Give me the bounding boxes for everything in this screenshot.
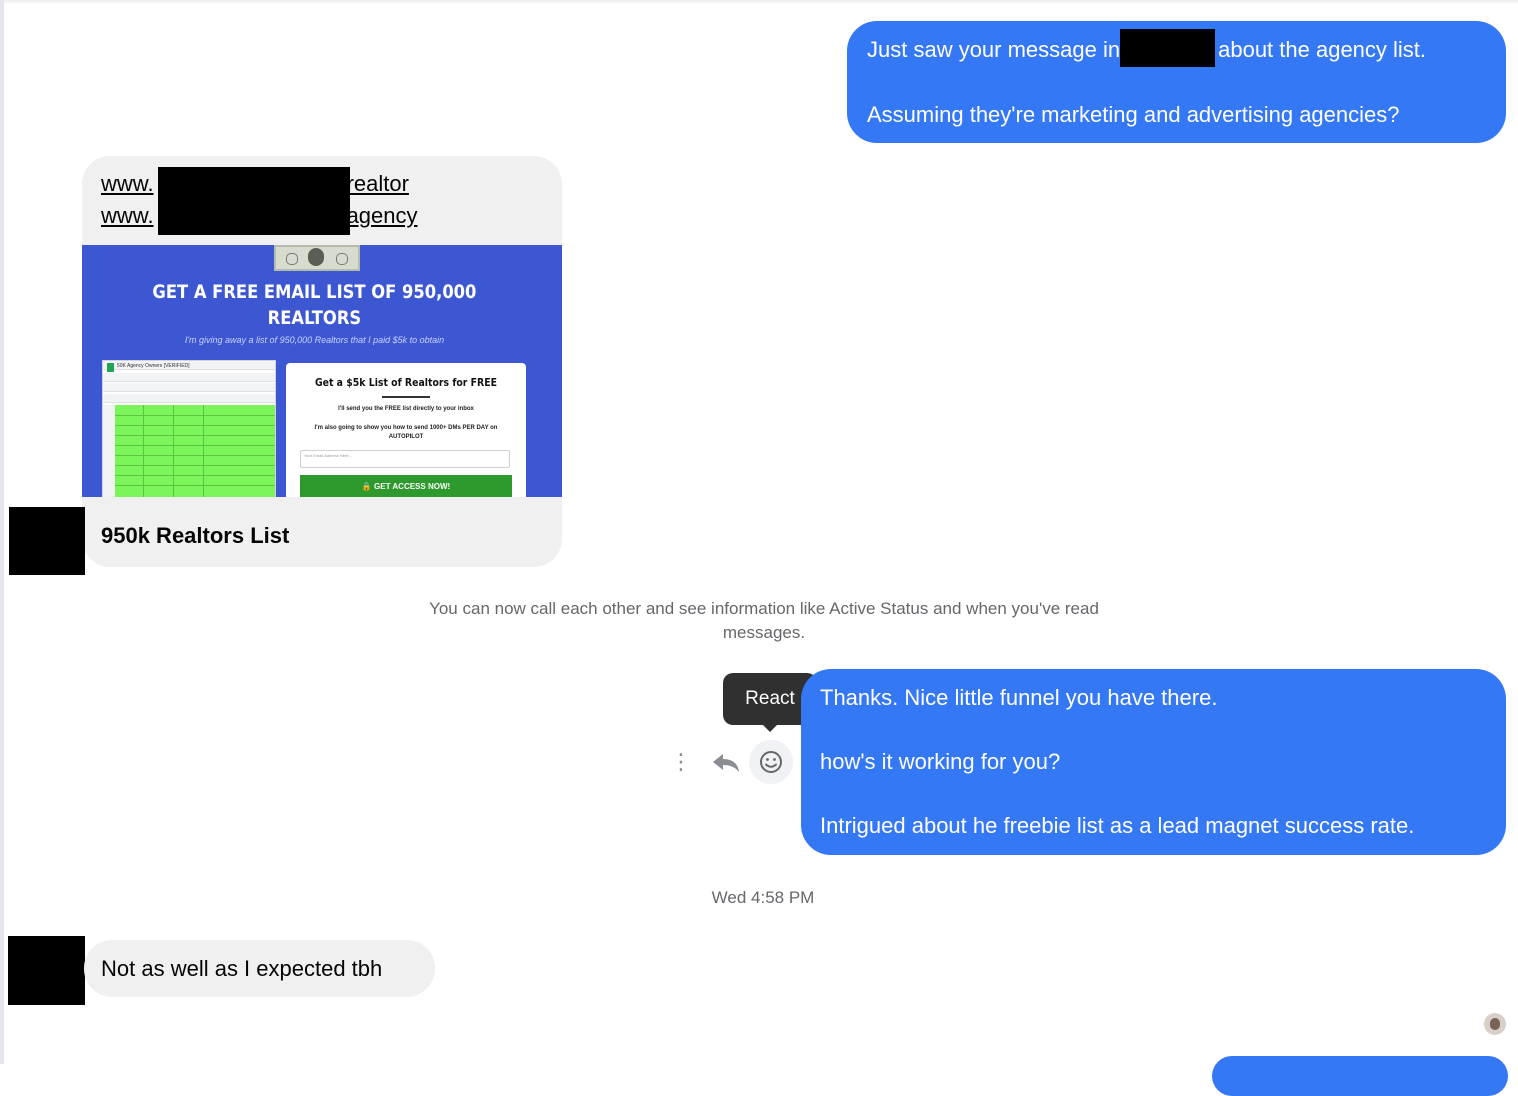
conversation-timestamp: Wed 4:58 PM bbox=[711, 888, 815, 907]
link-preview-image[interactable]: GET A FREE EMAIL LIST OF 950,000 REALTOR… bbox=[82, 245, 562, 497]
outgoing-message-bubble[interactable]: Thanks. Nice little funnel you have ther… bbox=[801, 669, 1506, 855]
message-text: Not as well as I expected tbh bbox=[101, 956, 383, 981]
dollar-bill-graphic bbox=[274, 245, 360, 271]
link-card-title[interactable]: 950k Realtors List bbox=[101, 523, 289, 549]
sender-avatar[interactable] bbox=[9, 507, 85, 575]
reply-icon[interactable] bbox=[710, 748, 742, 776]
form-text: I'll send you the FREE list directly to … bbox=[338, 406, 474, 412]
message-text-line: Intrigued about he freebie list as a lea… bbox=[820, 813, 1415, 838]
message-text-line: Thanks. Nice little funnel you have ther… bbox=[820, 685, 1218, 710]
form-title: Get a $5k List of Realtors for FREE bbox=[314, 376, 498, 389]
spreadsheet-screenshot: 50K Agency Owners [VERIFIED] bbox=[102, 360, 276, 497]
react-button[interactable] bbox=[749, 740, 793, 784]
more-vertical-icon[interactable]: ⋮ bbox=[670, 749, 692, 775]
form-email-field: Your Email Address Here... bbox=[300, 450, 510, 468]
tooltip-arrow bbox=[762, 724, 778, 732]
incoming-message-bubble[interactable]: Not as well as I expected tbh bbox=[84, 940, 435, 997]
window-left-border bbox=[0, 0, 4, 1064]
sender-avatar[interactable] bbox=[8, 936, 85, 1005]
message-text-line: Just saw your message in about the agency… bbox=[867, 29, 1486, 68]
message-text-line: how's it working for you? bbox=[820, 749, 1061, 774]
outgoing-message-bubble-partial[interactable] bbox=[1212, 1056, 1508, 1096]
redacted-block bbox=[1120, 29, 1216, 68]
sheets-icon bbox=[107, 363, 114, 372]
preview-headline: GET A FREE EMAIL LIST OF 950,000 REALTOR… bbox=[152, 281, 477, 329]
outgoing-message-bubble[interactable]: Just saw your message in about the agency… bbox=[847, 21, 1506, 143]
read-receipt-avatar bbox=[1484, 1013, 1506, 1035]
optin-form-screenshot: Get a $5k List of Realtors for FREE I'll… bbox=[286, 363, 526, 497]
lock-icon: 🔒 bbox=[361, 482, 372, 491]
form-cta-button: 🔒 GET ACCESS NOW! bbox=[300, 475, 512, 497]
system-note: You can now call each other and see info… bbox=[429, 599, 1099, 642]
form-text: I'm also going to show you how to send 1… bbox=[314, 425, 498, 440]
window-top-shadow bbox=[4, 0, 1518, 4]
message-text-line: Assuming they're marketing and advertisi… bbox=[867, 102, 1400, 128]
sheet-title: 50K Agency Owners [VERIFIED] bbox=[117, 363, 190, 369]
redacted-block bbox=[158, 167, 350, 235]
smiley-icon bbox=[760, 751, 782, 773]
preview-subtext: I'm giving away a list of 950,000 Realto… bbox=[184, 335, 445, 345]
incoming-link-card[interactable]: www. realtor www. agency GET A FREE EMAIL … bbox=[82, 156, 562, 567]
